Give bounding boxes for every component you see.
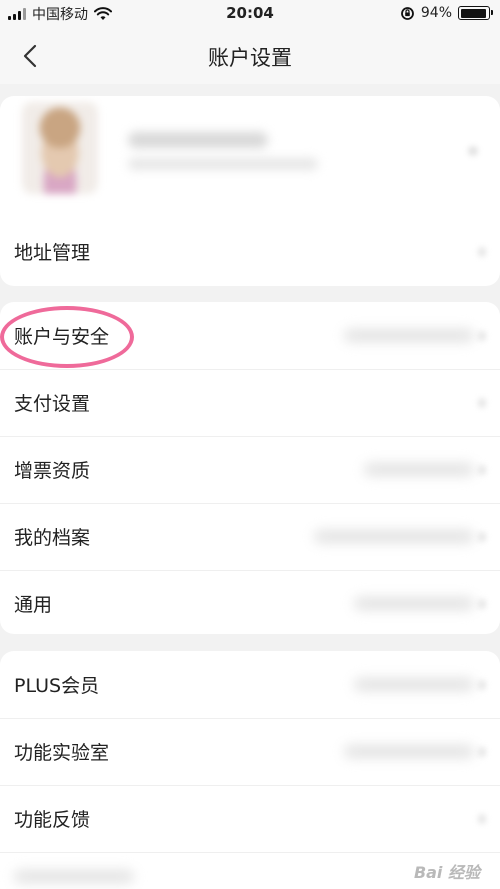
battery-fill bbox=[460, 8, 486, 18]
my-profile-row[interactable]: 我的档案 bbox=[0, 503, 500, 570]
watermark: Bai 经验 bbox=[413, 863, 480, 882]
chevron-right-icon bbox=[478, 398, 486, 408]
general-label: 通用 bbox=[14, 594, 53, 616]
chevron-left-icon bbox=[23, 44, 37, 68]
avatar bbox=[22, 102, 98, 194]
page-title: 账户设置 bbox=[208, 46, 292, 70]
address-management-row[interactable]: 地址管理 bbox=[0, 218, 500, 285]
profile-card: 地址管理 bbox=[0, 96, 500, 286]
plus-member-row[interactable]: PLUS会员 bbox=[0, 651, 500, 718]
blurred-value bbox=[14, 870, 134, 883]
plus-member-label: PLUS会员 bbox=[14, 675, 100, 697]
chevron-right-icon bbox=[478, 465, 486, 475]
account-security-row[interactable]: 账户与安全 bbox=[0, 302, 500, 369]
payment-settings-label: 支付设置 bbox=[14, 393, 91, 415]
my-profile-label: 我的档案 bbox=[14, 527, 91, 549]
profile-header[interactable] bbox=[0, 96, 500, 214]
chevron-right-icon bbox=[478, 247, 486, 257]
chevron-right-icon bbox=[478, 747, 486, 757]
blurred-value bbox=[344, 745, 474, 758]
account-security-label: 账户与安全 bbox=[14, 326, 110, 348]
battery-percent: 94% bbox=[420, 5, 452, 21]
rotation-lock-icon bbox=[400, 6, 414, 20]
blurred-user-info bbox=[128, 158, 318, 170]
feature-lab-row[interactable]: 功能实验室 bbox=[0, 718, 500, 785]
general-row[interactable]: 通用 bbox=[0, 570, 500, 634]
blurred-value bbox=[314, 530, 474, 543]
chevron-right-icon bbox=[478, 331, 486, 341]
feedback-row[interactable]: 功能反馈 bbox=[0, 785, 500, 852]
plus-settings-list: PLUS会员 功能实验室 功能反馈 bbox=[0, 651, 500, 889]
blurred-value bbox=[354, 597, 474, 610]
status-bar: 中国移动 20:04 94% bbox=[0, 0, 500, 28]
blurred-username bbox=[128, 132, 268, 148]
chevron-right-icon bbox=[478, 532, 486, 542]
account-settings-list: 账户与安全 支付设置 增票资质 我的档案 通用 bbox=[0, 302, 500, 634]
feedback-label: 功能反馈 bbox=[14, 809, 91, 831]
nav-bar: 账户设置 bbox=[0, 28, 500, 84]
battery-icon bbox=[458, 6, 493, 20]
vat-invoice-row[interactable]: 增票资质 bbox=[0, 436, 500, 503]
payment-settings-row[interactable]: 支付设置 bbox=[0, 369, 500, 436]
chevron-right-icon bbox=[478, 680, 486, 690]
address-management-label: 地址管理 bbox=[14, 242, 91, 264]
blurred-value bbox=[364, 463, 474, 476]
vat-invoice-label: 增票资质 bbox=[14, 460, 91, 482]
chevron-right-icon bbox=[478, 599, 486, 609]
status-right: 94% bbox=[400, 5, 493, 21]
chevron-right-icon bbox=[478, 814, 486, 824]
blurred-value bbox=[354, 678, 474, 691]
chevron-right-icon bbox=[468, 146, 478, 156]
blurred-value bbox=[344, 329, 474, 342]
feature-lab-label: 功能实验室 bbox=[14, 742, 110, 764]
back-button[interactable] bbox=[14, 40, 46, 72]
